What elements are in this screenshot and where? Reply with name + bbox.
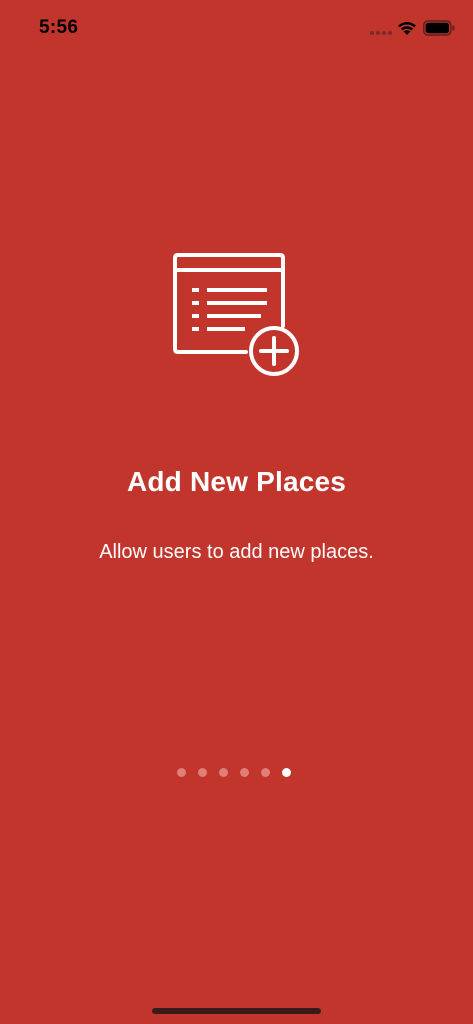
page-dot[interactable] (198, 768, 207, 777)
status-time: 5:56 (39, 17, 79, 38)
page-dot[interactable] (177, 768, 186, 777)
page-dot[interactable] (240, 768, 249, 777)
battery-icon (423, 20, 455, 36)
page-title: Add New Places (126, 466, 347, 497)
page-subtitle: Allow users to add new places. (99, 541, 374, 563)
page-dot[interactable] (261, 768, 270, 777)
page-dot-active[interactable] (282, 768, 291, 777)
home-indicator[interactable] (152, 1008, 321, 1014)
onboarding-screen: 5:56 Add New Places Allow users to add n… (0, 0, 473, 1024)
page-indicator[interactable] (174, 765, 300, 779)
status-bar: 5:56 (0, 0, 473, 58)
page-dot[interactable] (219, 768, 228, 777)
wifi-icon (398, 22, 416, 35)
cellular-signal-icon (370, 31, 392, 35)
list-add-icon (173, 253, 299, 376)
